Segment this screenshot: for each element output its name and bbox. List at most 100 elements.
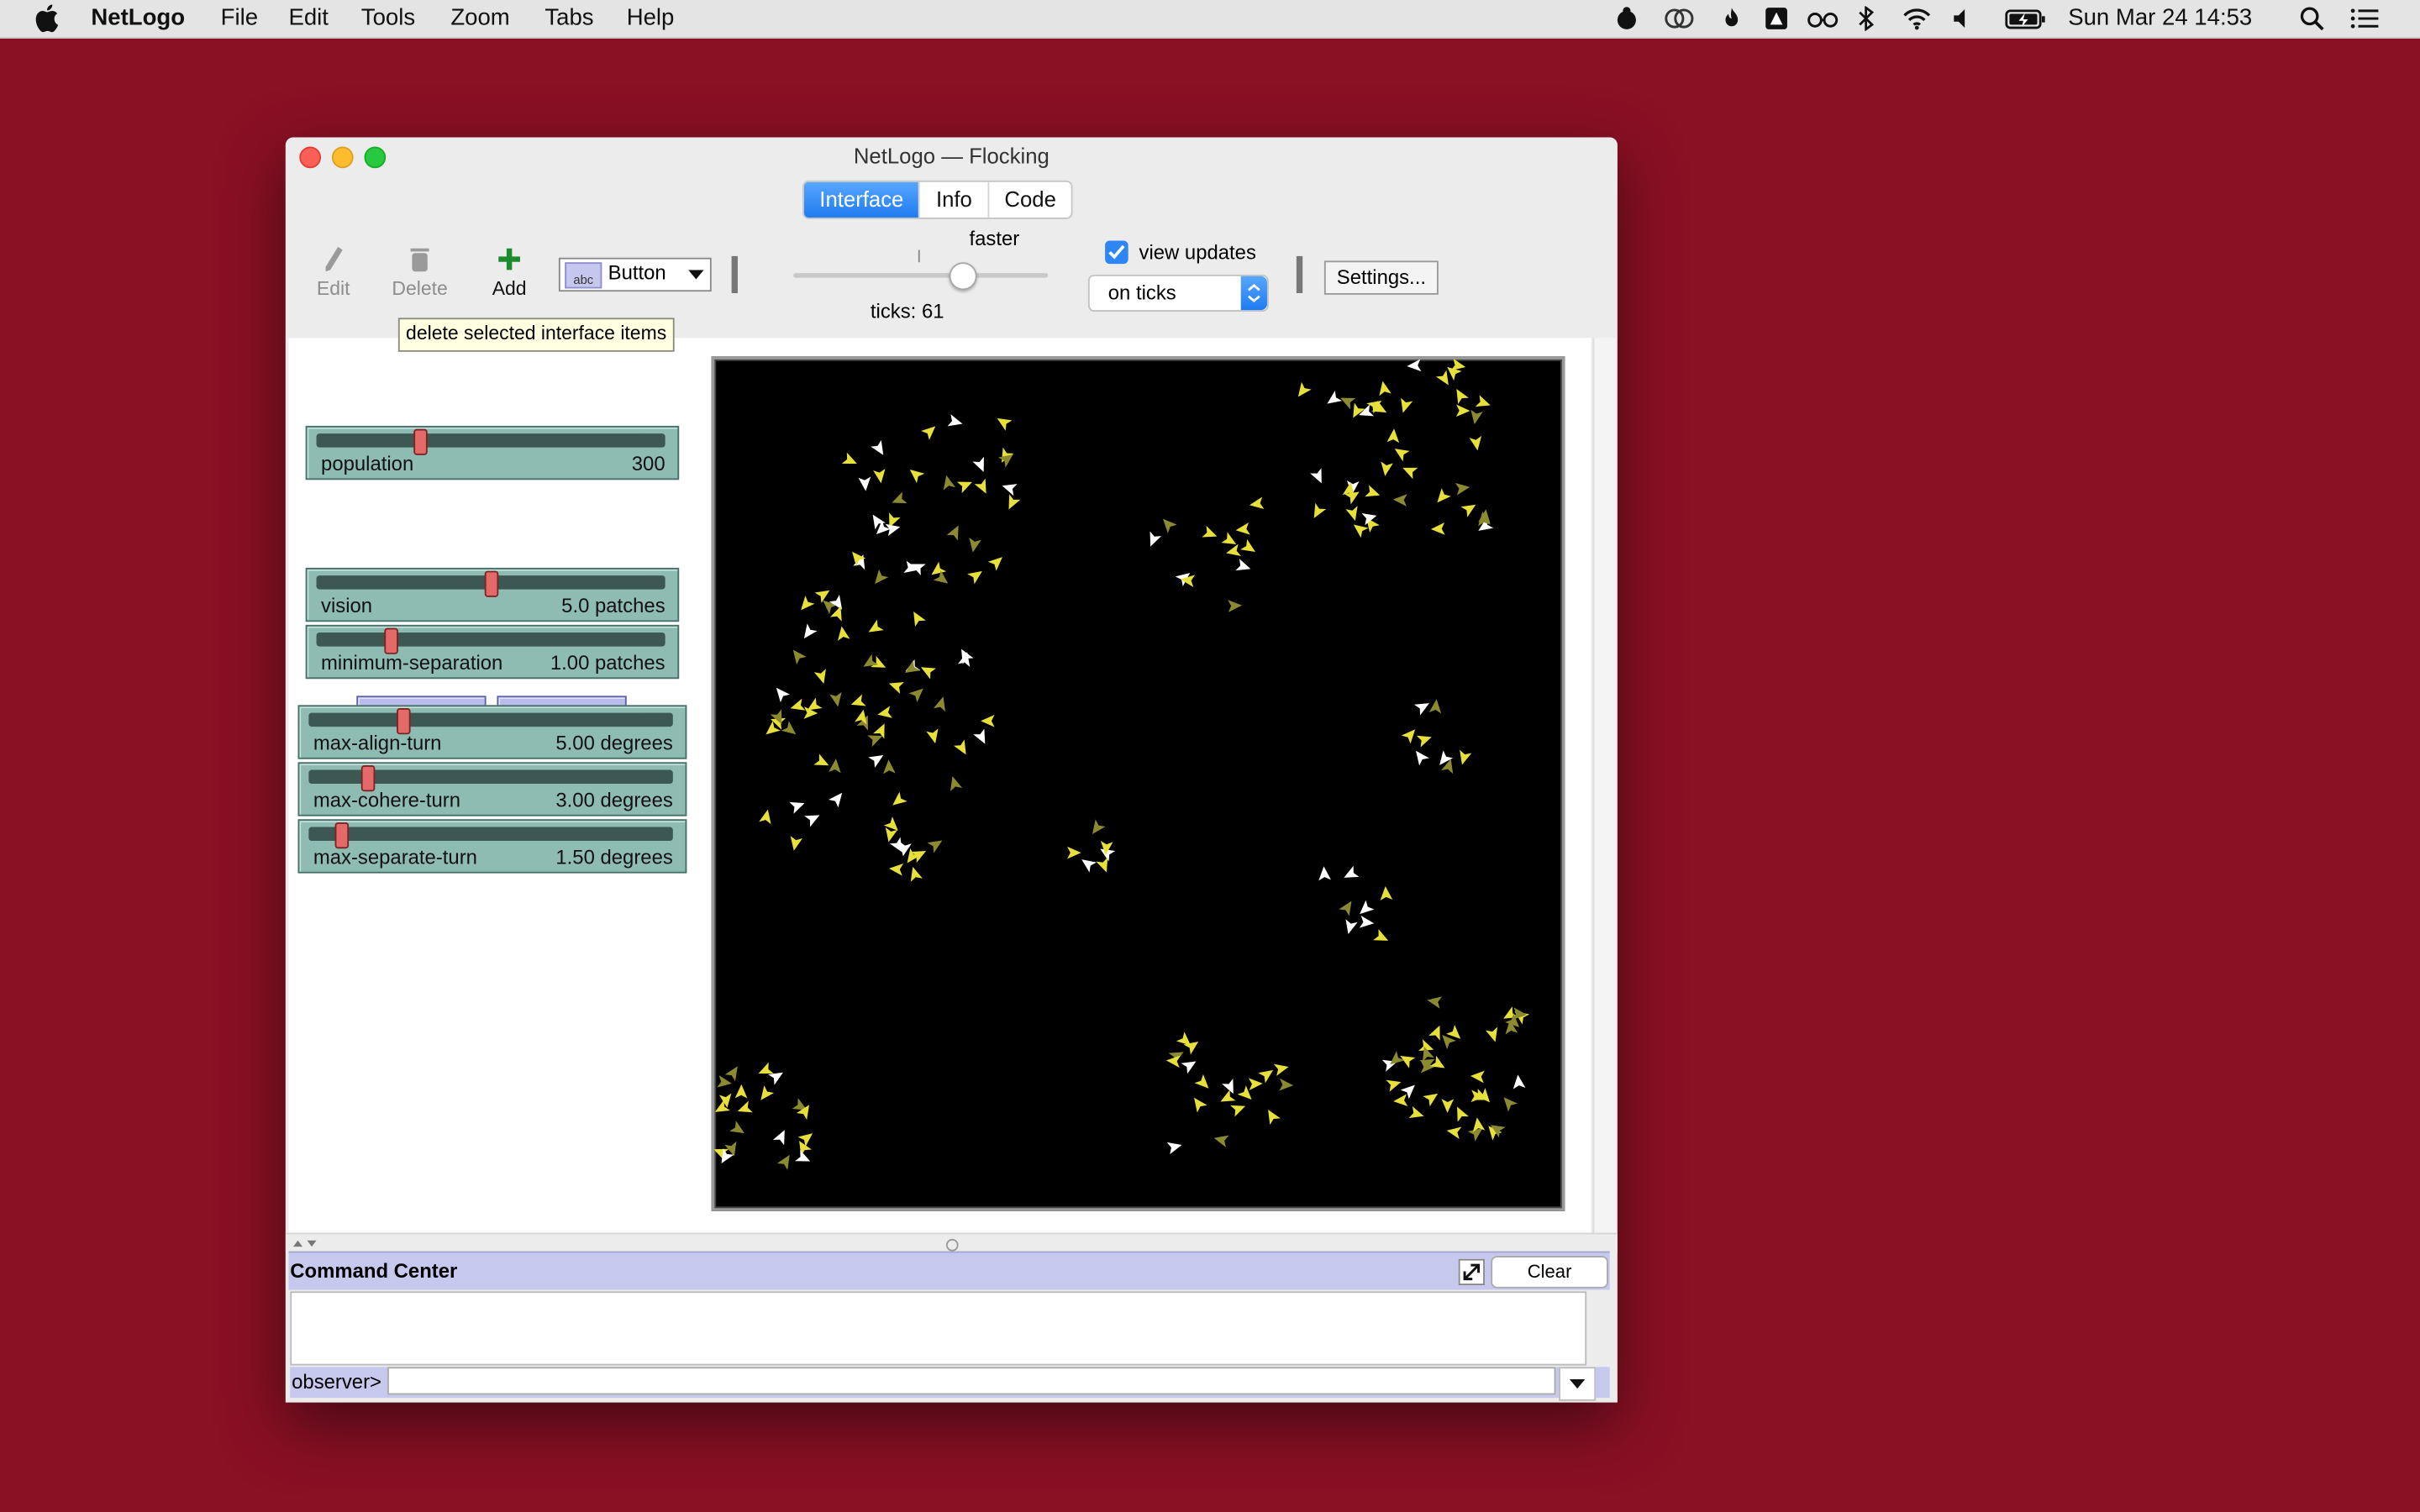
glasses-icon[interactable] xyxy=(1806,6,1839,30)
widget-type-value: Button xyxy=(608,260,666,284)
turtle xyxy=(909,470,925,484)
speed-slider-knob[interactable] xyxy=(949,262,977,291)
slider-knob[interactable] xyxy=(383,627,398,654)
turtle xyxy=(1373,928,1389,941)
slider-label: minimum-separation xyxy=(321,651,503,675)
add-button[interactable]: Add xyxy=(487,245,533,299)
turtle xyxy=(767,1072,783,1085)
turtle xyxy=(913,612,926,627)
command-history-dropdown[interactable] xyxy=(1559,1367,1597,1401)
world-view[interactable] xyxy=(711,356,1565,1211)
turtle xyxy=(1381,461,1393,476)
turtle xyxy=(1162,518,1177,533)
menu-tabs[interactable]: Tabs xyxy=(544,5,593,31)
slider-track xyxy=(308,827,673,842)
turtle xyxy=(1194,1097,1207,1113)
turtle xyxy=(837,626,850,641)
creative-cloud-icon[interactable] xyxy=(1664,6,1695,30)
edit-button[interactable]: Edit xyxy=(310,245,356,299)
tab-interface[interactable]: Interface xyxy=(803,181,919,218)
slider-label: max-align-turn xyxy=(313,731,442,755)
delete-button[interactable]: Delete xyxy=(387,245,452,299)
turtle xyxy=(1408,1105,1424,1119)
turtle xyxy=(1310,468,1322,484)
turtle xyxy=(803,623,818,639)
turtle xyxy=(790,836,803,851)
turtle xyxy=(927,840,943,853)
view-updates-checkbox[interactable] xyxy=(1105,240,1128,265)
settings-button[interactable]: Settings... xyxy=(1323,260,1439,295)
menu-app-name[interactable]: NetLogo xyxy=(91,5,185,31)
update-mode-select[interactable]: on ticks xyxy=(1087,274,1269,312)
close-window-button[interactable] xyxy=(299,146,322,169)
turtle xyxy=(1437,488,1451,503)
turtle xyxy=(1446,1126,1462,1139)
turtle xyxy=(1402,467,1418,480)
turtle xyxy=(1429,1055,1445,1068)
apple-icon[interactable] xyxy=(34,3,59,33)
minimize-window-button[interactable] xyxy=(331,146,354,169)
expand-icon[interactable] xyxy=(1458,1258,1485,1285)
split-arrows-icon[interactable] xyxy=(292,1237,323,1250)
slider-knob[interactable] xyxy=(484,570,499,597)
zoom-window-button[interactable] xyxy=(364,146,387,169)
battery-icon[interactable] xyxy=(2005,6,2048,30)
bluetooth-icon[interactable] xyxy=(1857,6,1876,31)
wifi-icon[interactable] xyxy=(1902,6,1933,30)
menu-clock[interactable]: Sun Mar 24 14:53 xyxy=(2068,5,2252,31)
split-pane-divider[interactable] xyxy=(285,1232,1618,1253)
max-cohere-turn-slider[interactable]: max-cohere-turn 3.00 degrees xyxy=(297,762,687,816)
turtle xyxy=(877,706,892,718)
widget-type-select[interactable]: abc Button xyxy=(558,257,712,292)
slider-knob[interactable] xyxy=(334,822,350,849)
minimum-separation-slider[interactable]: minimum-separation 1.00 patches xyxy=(305,624,680,680)
flame-icon[interactable] xyxy=(1719,6,1744,30)
slider-knob[interactable] xyxy=(413,428,429,455)
slider-knob[interactable] xyxy=(361,765,376,792)
command-output-area[interactable] xyxy=(290,1291,1587,1366)
turtle xyxy=(892,791,908,806)
slider-knob[interactable] xyxy=(397,708,411,735)
max-align-turn-slider[interactable]: max-align-turn 5.00 degrees xyxy=(297,705,687,759)
turtle xyxy=(969,538,981,553)
menu-zoom[interactable]: Zoom xyxy=(450,5,509,31)
turtle xyxy=(1430,522,1445,535)
turtle xyxy=(1392,494,1407,507)
tab-info[interactable]: Info xyxy=(918,181,987,218)
notification-center-icon[interactable] xyxy=(2349,6,2381,30)
volume-icon[interactable] xyxy=(1951,6,1975,30)
chevron-down-icon xyxy=(1569,1379,1586,1389)
menu-help[interactable]: Help xyxy=(627,5,675,31)
button-widget-icon: abc xyxy=(565,262,602,289)
turtle xyxy=(1092,819,1106,835)
clear-button[interactable]: Clear xyxy=(1491,1256,1608,1289)
slider-label: population xyxy=(321,452,414,475)
menu-file[interactable]: File xyxy=(221,5,258,31)
turtle xyxy=(1258,1069,1274,1084)
max-separate-turn-slider[interactable]: max-separate-turn 1.50 degrees xyxy=(297,819,687,874)
interface-scrollbar[interactable] xyxy=(1592,338,1617,1233)
chevron-down-icon xyxy=(688,270,704,280)
menu-bar: NetLogo File Edit Tools Zoom Tabs Help S… xyxy=(0,0,2420,39)
turtle xyxy=(1228,600,1243,612)
command-input[interactable] xyxy=(387,1367,1556,1395)
population-slider[interactable]: population 300 xyxy=(305,425,680,480)
drive-icon[interactable] xyxy=(1764,6,1788,30)
turtle xyxy=(1222,1079,1234,1095)
ticks-counter: ticks: 61 xyxy=(870,299,944,323)
turtle xyxy=(1455,482,1470,496)
finder-icon[interactable] xyxy=(1614,6,1639,30)
menu-edit[interactable]: Edit xyxy=(288,5,328,31)
turtle xyxy=(1240,538,1255,553)
turtle xyxy=(776,687,791,703)
add-label: Add xyxy=(492,277,527,300)
vision-slider[interactable]: vision 5.0 patches xyxy=(305,567,680,622)
turtle xyxy=(1485,1026,1498,1042)
menu-tools[interactable]: Tools xyxy=(361,5,415,31)
turtle xyxy=(1359,915,1375,928)
tab-code[interactable]: Code xyxy=(987,181,1071,218)
speed-slider-track[interactable] xyxy=(793,273,1049,278)
turtle xyxy=(1379,381,1392,396)
turtle xyxy=(981,714,995,727)
search-icon[interactable] xyxy=(2300,6,2324,31)
